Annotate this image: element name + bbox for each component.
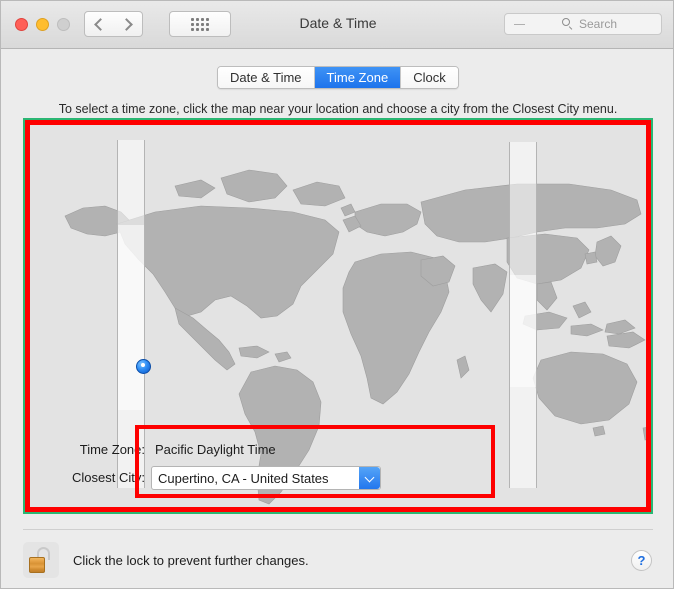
closest-city-row: Closest City: Cupertino, CA - United Sta…	[72, 466, 481, 494]
search-dash-icon	[514, 24, 525, 25]
tab-time-zone[interactable]: Time Zone	[314, 67, 402, 88]
preference-tab-bar: Date & Time Time Zone Clock	[217, 66, 459, 89]
chevron-down-icon[interactable]	[359, 467, 380, 489]
timezone-band-east-lower	[509, 275, 537, 488]
search-icon	[562, 18, 575, 31]
search-input[interactable]: Search	[504, 13, 662, 35]
instruction-text: To select a time zone, click the map nea…	[58, 102, 618, 116]
tab-date-and-time[interactable]: Date & Time	[218, 67, 315, 88]
lock-icon[interactable]	[23, 542, 59, 578]
location-marker-icon[interactable]	[136, 359, 151, 374]
lock-row: Click the lock to prevent further change…	[23, 542, 309, 578]
window-titlebar: Date & Time Search	[1, 1, 673, 49]
time-zone-label: Time Zone:	[79, 442, 145, 457]
closest-city-value: Cupertino, CA - United States	[158, 471, 329, 486]
date-time-preferences-window: Date & Time Search Date & Time Time Zone…	[0, 0, 674, 589]
tab-clock[interactable]: Clock	[401, 67, 458, 88]
time-zone-row: Time Zone: Pacific Daylight Time	[80, 438, 481, 466]
timezone-form: Time Zone: Pacific Daylight Time Closest…	[72, 438, 481, 494]
time-zone-value: Pacific Daylight Time	[155, 442, 276, 457]
search-placeholder: Search	[579, 17, 618, 31]
lock-text: Click the lock to prevent further change…	[73, 552, 309, 568]
help-button[interactable]: ?	[631, 550, 652, 571]
footer-divider	[23, 529, 653, 530]
closest-city-label: Closest City:	[72, 470, 145, 485]
closest-city-dropdown[interactable]: Cupertino, CA - United States	[151, 466, 381, 490]
